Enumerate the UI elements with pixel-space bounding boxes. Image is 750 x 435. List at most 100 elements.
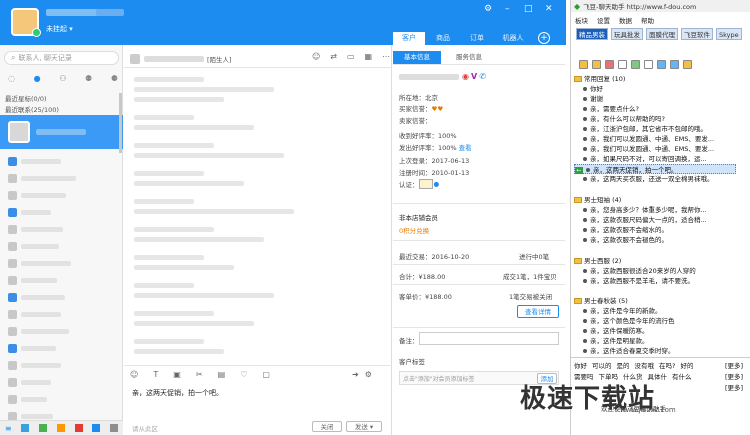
app-icon[interactable] bbox=[21, 424, 30, 432]
reply-item[interactable]: 亲，您身高多少？体重多少呢，我帮你... bbox=[574, 205, 707, 215]
scissors-icon[interactable]: ✂ bbox=[196, 370, 203, 379]
app-icon[interactable] bbox=[110, 424, 119, 432]
tab-category[interactable]: 玩具批发 bbox=[611, 28, 643, 40]
reply-item[interactable]: 亲，这款衣服不会缩水的。 bbox=[574, 225, 668, 235]
contact-icon[interactable]: ⚇ bbox=[59, 74, 66, 83]
send-button[interactable]: 发送 ▾ bbox=[346, 421, 382, 432]
tab-product[interactable]: 商品 bbox=[428, 32, 458, 45]
close-icon[interactable]: ✕ bbox=[545, 4, 553, 14]
reply-item[interactable]: 亲，我们可以发圆通、中通、EMS、要发... bbox=[574, 134, 714, 144]
reply-item[interactable]: 亲，这件是明星款。 bbox=[574, 336, 649, 346]
list-item[interactable] bbox=[0, 391, 123, 408]
app-icon[interactable] bbox=[39, 424, 48, 432]
reply-item[interactable]: 亲，这件是今年的新款。 bbox=[574, 306, 662, 316]
recent-flag-group[interactable]: 最近星标(0/0) bbox=[5, 93, 47, 103]
tab-category[interactable]: 飞豆软件 bbox=[681, 28, 713, 40]
down-icon[interactable] bbox=[670, 60, 679, 69]
settings-icon[interactable]: ⚙ bbox=[484, 4, 492, 14]
tab-basic-info[interactable]: 基本信息 bbox=[393, 51, 441, 64]
reply-item[interactable]: 亲，这款西服很适合20来岁的人穿的 bbox=[574, 266, 696, 276]
quick-phrase[interactable]: 没有哦 bbox=[635, 360, 655, 370]
list-item[interactable] bbox=[0, 153, 123, 170]
menu-icon[interactable]: ≡ bbox=[5, 424, 12, 433]
note-input[interactable] bbox=[419, 332, 559, 345]
reply-item[interactable]: 亲，这两天买衣服，还送一双全棉男袜哦。 bbox=[574, 174, 714, 184]
tab-service-info[interactable]: 服务信息 bbox=[445, 51, 493, 64]
maximize-icon[interactable]: □ bbox=[524, 4, 533, 14]
scrollbar[interactable] bbox=[119, 93, 122, 153]
list-item[interactable] bbox=[0, 374, 123, 391]
list-item[interactable] bbox=[0, 204, 123, 221]
app-icon[interactable] bbox=[92, 424, 101, 432]
group-folder[interactable]: 男士春秋装 (5) bbox=[574, 296, 628, 306]
quick-phrase[interactable]: 可以的 bbox=[592, 360, 612, 370]
more-link[interactable]: [更多] bbox=[725, 382, 743, 392]
phrase-icon[interactable]: ▤ bbox=[218, 370, 226, 379]
list-item[interactable] bbox=[0, 272, 123, 289]
reply-item[interactable]: 亲，这款衣服尺码偏大一点的，适合稍... bbox=[574, 215, 707, 225]
reply-item[interactable]: 亲，这款衣服不会褪色的。 bbox=[574, 235, 668, 245]
transfer-icon[interactable]: ⇄ bbox=[330, 52, 337, 61]
menu-item[interactable]: 设置 bbox=[597, 15, 610, 25]
favorite-icon[interactable]: ♡ bbox=[240, 370, 247, 379]
list-item[interactable] bbox=[0, 323, 123, 340]
reply-item[interactable]: 亲，这款西服不是羊毛，请不要洗。 bbox=[574, 276, 694, 286]
app-icon[interactable] bbox=[74, 424, 83, 432]
group-icon[interactable]: ⚉ bbox=[85, 74, 92, 83]
delete-icon[interactable] bbox=[605, 60, 614, 69]
tab-customer[interactable]: 客户 bbox=[393, 32, 425, 45]
quick-phrase[interactable]: 你好 bbox=[574, 360, 587, 370]
add-icon[interactable] bbox=[631, 60, 640, 69]
document-icon[interactable] bbox=[644, 60, 653, 69]
tab-category[interactable]: 面膜代理 bbox=[646, 28, 678, 40]
reply-item[interactable]: 谢谢 bbox=[574, 94, 603, 104]
minimize-icon[interactable]: – bbox=[505, 4, 510, 14]
group-folder[interactable]: 男士西服 (2) bbox=[574, 256, 621, 266]
tab-robot[interactable]: 机器人 bbox=[496, 32, 530, 45]
reply-item[interactable]: 你好 bbox=[574, 84, 603, 94]
list-item[interactable] bbox=[0, 170, 123, 187]
chat-icon[interactable]: ◌ bbox=[8, 74, 15, 83]
menu-item[interactable]: 板块 bbox=[575, 15, 588, 25]
emoji-icon[interactable]: ☺ bbox=[312, 52, 320, 61]
tab-category[interactable]: 精品男装 bbox=[576, 28, 608, 40]
quick-phrase[interactable]: 在吗? bbox=[659, 360, 675, 370]
reply-item[interactable]: 亲，江浙沪包邮，其它省市不包邮的哦。 bbox=[574, 124, 707, 134]
quick-phrase[interactable]: 好的 bbox=[680, 360, 693, 370]
recent-contacts-group[interactable]: 最近联系(25/100) bbox=[5, 104, 59, 114]
folder-open-icon[interactable] bbox=[592, 60, 601, 69]
view-link[interactable]: 查看 bbox=[459, 144, 472, 152]
list-item[interactable] bbox=[0, 187, 123, 204]
phone-icon[interactable]: ✆ bbox=[479, 72, 486, 81]
reply-item-selected[interactable]: ← 亲，这两天促销，拍一个吧。 bbox=[574, 164, 736, 174]
quick-phrase[interactable]: 有什么 bbox=[672, 371, 692, 381]
list-item[interactable] bbox=[0, 238, 123, 255]
add-tab-button[interactable]: + bbox=[538, 32, 550, 44]
team-icon[interactable]: ⚈ bbox=[111, 74, 118, 83]
emoji-icon[interactable]: ☺ bbox=[130, 370, 138, 379]
search-box[interactable]: ⌕ 联系人, 聊天记录 bbox=[4, 51, 119, 65]
reply-item[interactable]: 亲，这个颜色是今年的流行色 bbox=[574, 316, 675, 326]
image-icon[interactable]: ▣ bbox=[173, 370, 181, 379]
menu-item[interactable]: 数据 bbox=[619, 15, 632, 25]
history-icon[interactable]: ▢ bbox=[262, 370, 270, 379]
list-item[interactable] bbox=[0, 221, 123, 238]
reply-item[interactable]: 亲，需要点什么? bbox=[574, 104, 639, 114]
list-item[interactable] bbox=[0, 289, 123, 306]
reply-item[interactable]: 亲，如果尺码不对，可以寄回调换，运... bbox=[574, 154, 707, 164]
screen-icon[interactable]: ▭ bbox=[347, 52, 355, 61]
reply-item[interactable]: 亲，有什么可以帮助的吗? bbox=[574, 114, 665, 124]
view-detail-button[interactable]: 查看详情 bbox=[517, 305, 559, 318]
more-link[interactable]: [更多] bbox=[725, 371, 743, 381]
quick-phrase[interactable]: 是的 bbox=[617, 360, 630, 370]
tab-order[interactable]: 订单 bbox=[462, 32, 492, 45]
group-folder[interactable]: 常用回复 (10) bbox=[574, 74, 625, 84]
menu-item[interactable]: 帮助 bbox=[641, 15, 654, 25]
calendar-icon[interactable]: ▦ bbox=[364, 52, 372, 61]
more-icon[interactable]: ⋯ bbox=[382, 52, 390, 61]
selected-contact[interactable] bbox=[0, 115, 123, 149]
import-icon[interactable] bbox=[683, 60, 692, 69]
status-dropdown[interactable]: 未挂起 ▾ bbox=[46, 24, 73, 34]
search-input[interactable]: 联系人, 聊天记录 bbox=[18, 53, 71, 63]
list-item[interactable] bbox=[0, 255, 123, 272]
